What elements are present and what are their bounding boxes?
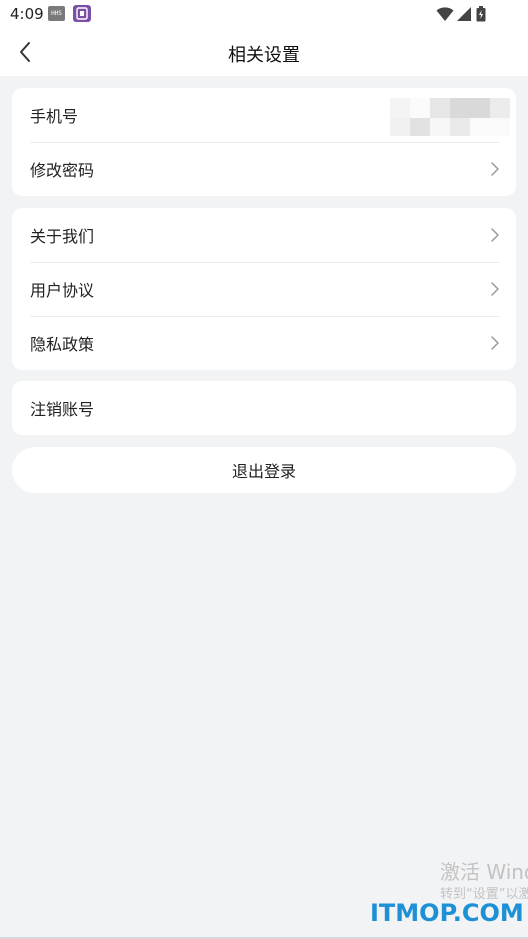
chevron-right-icon	[491, 162, 499, 176]
privacy-policy-label: 隐私政策	[30, 335, 95, 354]
nav-bar: 相关设置	[0, 28, 528, 76]
privacy-policy-row[interactable]: 隐私政策	[12, 316, 516, 370]
change-password-row[interactable]: 修改密码	[12, 142, 516, 196]
phone-number-row: 手机号	[12, 88, 516, 142]
signal-icon	[457, 7, 471, 21]
phone-number-label: 手机号	[30, 107, 79, 126]
account-card: 手机号 修改密码	[12, 88, 516, 196]
page-title: 相关设置	[228, 45, 300, 66]
status-time: 4:09	[10, 5, 44, 23]
battery-icon	[476, 6, 486, 22]
notification-app-icon: HHS	[48, 6, 65, 21]
site-watermark: ITMOP.COM	[370, 899, 524, 927]
chevron-right-icon	[491, 228, 499, 242]
activate-windows-title: 激活 Windows	[440, 860, 528, 884]
chevron-right-icon	[491, 282, 499, 296]
cancel-account-label: 注销账号	[30, 400, 95, 419]
chevron-right-icon	[491, 336, 499, 350]
settings-screen: 4:09 HHS 相关设置 手机号 修改密码 关于我们 用户协议 隐私政策 注销…	[0, 0, 528, 939]
about-us-label: 关于我们	[30, 227, 95, 246]
user-agreement-row[interactable]: 用户协议	[12, 262, 516, 316]
wifi-icon	[436, 7, 454, 21]
status-bar: 4:09 HHS	[0, 0, 528, 28]
about-us-row[interactable]: 关于我们	[12, 208, 516, 262]
cancel-account-row[interactable]: 注销账号	[12, 381, 516, 435]
status-icons	[436, 6, 496, 22]
masked-phone-number	[390, 98, 510, 138]
info-card: 关于我们 用户协议 隐私政策	[12, 208, 516, 370]
user-agreement-label: 用户协议	[30, 281, 95, 300]
logout-button[interactable]: 退出登录	[12, 447, 516, 493]
notification-purple-app-icon	[73, 5, 91, 22]
change-password-label: 修改密码	[30, 161, 95, 180]
cancel-account-card: 注销账号	[12, 381, 516, 435]
